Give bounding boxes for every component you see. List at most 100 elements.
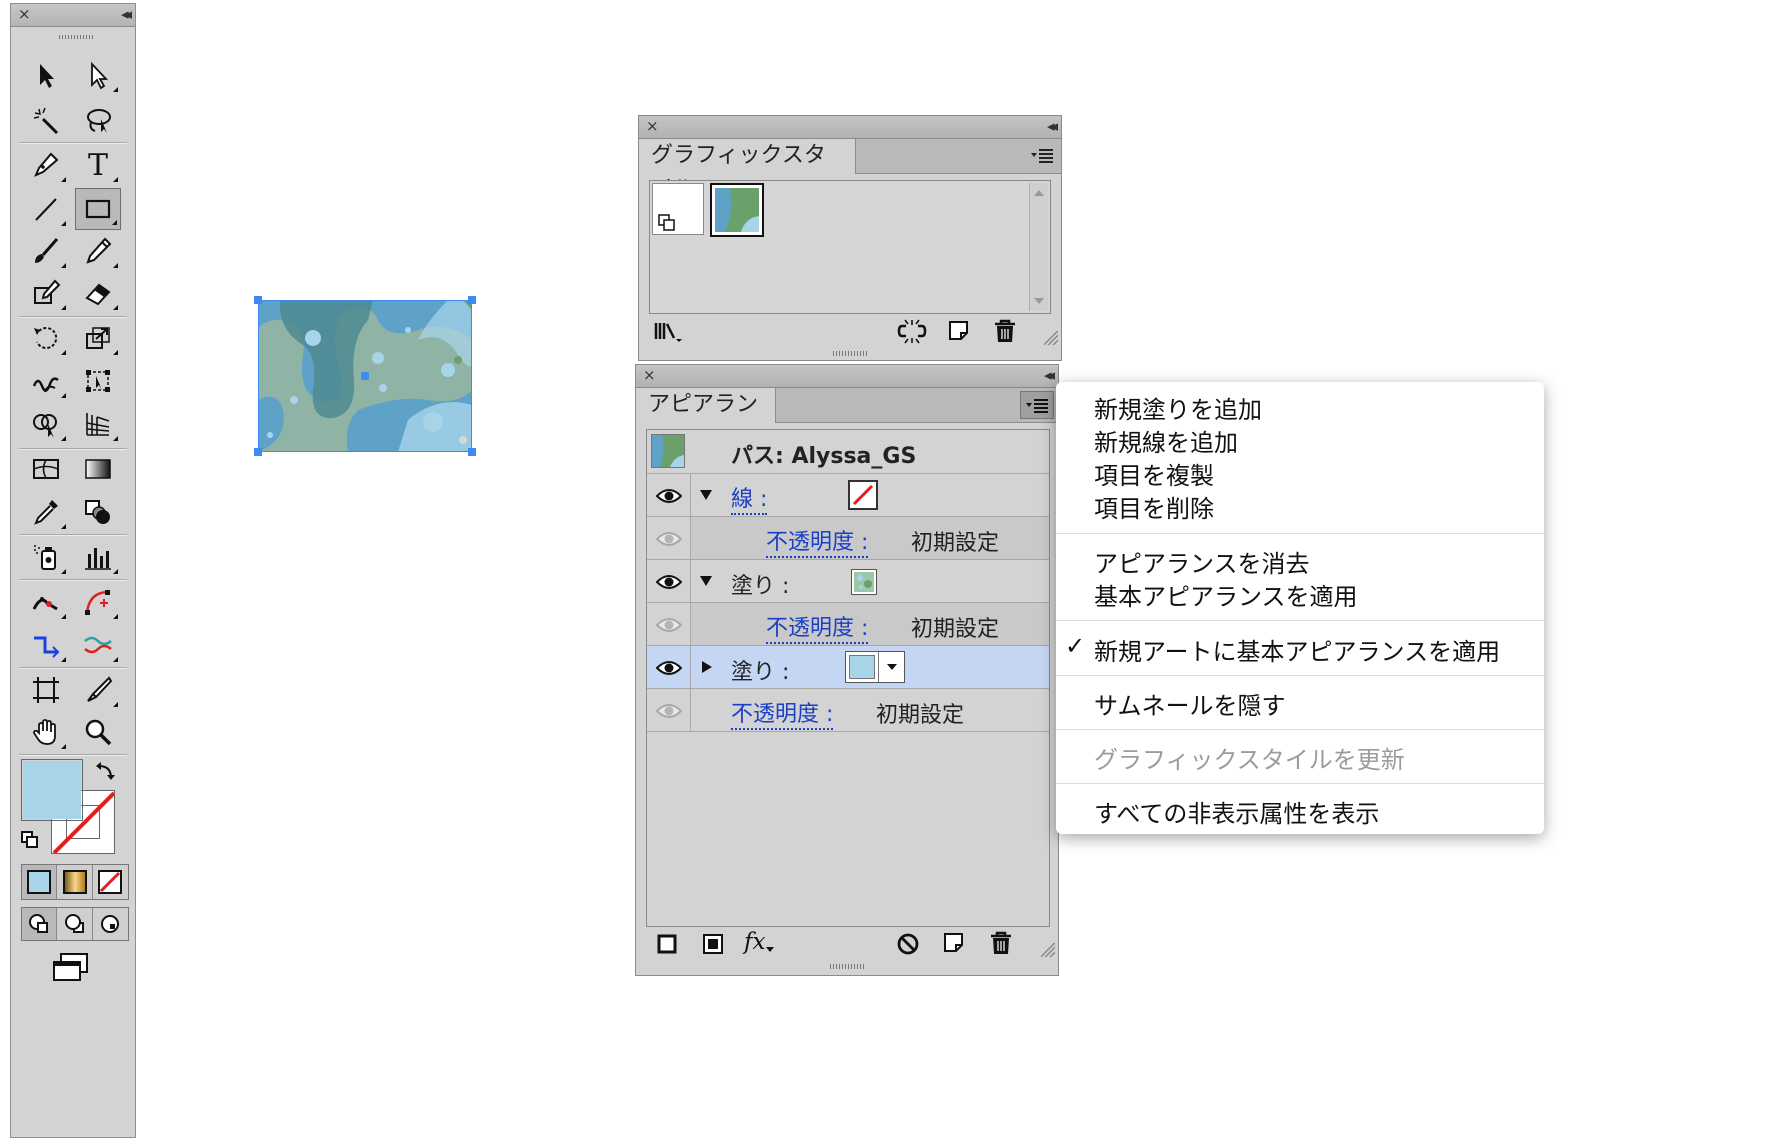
resize-handle[interactable] bbox=[1041, 943, 1055, 957]
magic-wand-tool[interactable] bbox=[23, 99, 69, 141]
close-icon[interactable]: × bbox=[646, 117, 659, 135]
blend-tool[interactable] bbox=[75, 491, 121, 533]
appearance-row-fill-selected[interactable]: 塗り : bbox=[647, 646, 1049, 689]
close-icon[interactable]: × bbox=[18, 5, 31, 23]
shape-builder-tool[interactable] bbox=[23, 403, 69, 445]
column-graph-tool[interactable] bbox=[75, 536, 121, 578]
styles-scrollbar[interactable] bbox=[1029, 183, 1048, 311]
appearance-row-object-opacity[interactable]: 不透明度 : 初期設定 bbox=[647, 689, 1049, 732]
fill-pattern-swatch[interactable] bbox=[851, 569, 877, 595]
draw-normal-button[interactable] bbox=[22, 908, 58, 940]
opacity-label[interactable]: 不透明度 : bbox=[766, 610, 869, 644]
graphic-style-libraries-icon[interactable] bbox=[653, 320, 689, 344]
hand-tool[interactable] bbox=[23, 711, 69, 753]
add-new-stroke-icon[interactable] bbox=[656, 933, 678, 955]
screen-mode-icon[interactable] bbox=[51, 952, 91, 986]
tab-graphic-styles[interactable]: グラフィックスタイル bbox=[639, 139, 856, 202]
appearance-row-fill-opacity[interactable]: 不透明度 : 初期設定 bbox=[647, 603, 1049, 646]
fill-color-dropdown[interactable] bbox=[845, 651, 905, 683]
type-tool[interactable]: T bbox=[75, 144, 121, 186]
appearance-row-stroke-opacity[interactable]: 不透明度 : 初期設定 bbox=[647, 517, 1049, 560]
menu-item-duplicate-item[interactable]: 項目を複製 bbox=[1094, 456, 1214, 491]
delete-graphic-style-icon[interactable] bbox=[993, 318, 1017, 344]
pencil-tool[interactable] bbox=[75, 230, 121, 272]
default-fill-stroke-icon[interactable] bbox=[20, 830, 40, 850]
selected-artwork[interactable] bbox=[254, 296, 476, 456]
selection-handle[interactable] bbox=[254, 448, 262, 456]
menu-item-add-new-fill[interactable]: 新規塗りを追加 bbox=[1094, 390, 1262, 425]
symbol-sprayer-tool[interactable] bbox=[23, 536, 69, 578]
disclosure-expanded-icon[interactable] bbox=[699, 575, 713, 587]
collapse-icon[interactable]: ◂◂ bbox=[1044, 366, 1055, 384]
collapse-icon[interactable]: ◂◂ bbox=[1047, 117, 1058, 135]
line-segment-tool[interactable] bbox=[23, 188, 69, 230]
disclosure-collapsed-icon[interactable] bbox=[701, 660, 713, 674]
menu-item-reduce-to-basic-appearance[interactable]: 基本アピアランスを適用 bbox=[1094, 577, 1358, 612]
curvature-tool[interactable] bbox=[75, 581, 121, 623]
join-tool[interactable] bbox=[23, 624, 69, 666]
clear-appearance-icon[interactable] bbox=[896, 932, 920, 956]
delete-item-icon[interactable] bbox=[989, 930, 1013, 956]
mesh-tool[interactable] bbox=[23, 448, 69, 490]
panel-bottom-grip[interactable] bbox=[833, 351, 869, 356]
stroke-swatch[interactable] bbox=[848, 480, 878, 510]
width-tool[interactable] bbox=[75, 624, 121, 666]
close-icon[interactable]: × bbox=[643, 366, 656, 384]
draw-behind-button[interactable] bbox=[57, 908, 93, 940]
puppet-warp-tool[interactable] bbox=[23, 581, 69, 623]
disclosure-expanded-icon[interactable] bbox=[699, 489, 713, 501]
alyssa-gs-style-swatch[interactable] bbox=[710, 183, 764, 237]
selection-handle[interactable] bbox=[468, 296, 476, 304]
panel-bottom-grip[interactable] bbox=[830, 964, 866, 969]
menu-item-hide-thumbnail[interactable]: サムネールを隠す bbox=[1094, 686, 1286, 721]
direct-selection-tool[interactable] bbox=[75, 54, 121, 96]
selection-tool[interactable] bbox=[23, 54, 69, 96]
menu-item-add-new-stroke[interactable]: 新規線を追加 bbox=[1094, 423, 1238, 458]
appearance-row-fill[interactable]: 塗り : bbox=[647, 560, 1049, 603]
panel-menu-icon[interactable] bbox=[1027, 145, 1057, 167]
color-button[interactable] bbox=[22, 865, 58, 899]
appearance-row-stroke[interactable]: 線 : bbox=[647, 474, 1049, 517]
visibility-toggle[interactable] bbox=[647, 646, 691, 689]
perspective-grid-tool[interactable] bbox=[75, 403, 121, 445]
scale-tool[interactable] bbox=[75, 317, 121, 359]
duplicate-item-icon[interactable] bbox=[942, 931, 966, 955]
pen-tool[interactable] bbox=[23, 144, 69, 186]
shaper-tool[interactable] bbox=[23, 272, 69, 314]
visibility-toggle[interactable] bbox=[647, 603, 691, 646]
resize-handle[interactable] bbox=[1044, 331, 1058, 345]
visibility-toggle[interactable] bbox=[647, 517, 691, 560]
menu-item-clear-appearance[interactable]: アピアランスを消去 bbox=[1094, 544, 1310, 579]
free-transform-tool[interactable] bbox=[75, 360, 121, 402]
eyedropper-tool[interactable] bbox=[23, 491, 69, 533]
scroll-down-icon[interactable] bbox=[1033, 297, 1045, 305]
fill-swatch[interactable] bbox=[21, 759, 83, 821]
warp-tool[interactable] bbox=[23, 360, 69, 402]
gradient-button[interactable] bbox=[57, 865, 93, 899]
rectangle-tool[interactable] bbox=[75, 188, 121, 230]
visibility-toggle[interactable] bbox=[647, 474, 691, 517]
zoom-tool[interactable] bbox=[75, 711, 121, 753]
panel-menu-button[interactable] bbox=[1020, 391, 1054, 419]
artboard-tool[interactable] bbox=[23, 669, 69, 711]
default-graphic-style-swatch[interactable] bbox=[652, 183, 704, 235]
tab-appearance[interactable]: アピアランス bbox=[636, 388, 776, 451]
add-new-effect-button[interactable]: fx bbox=[744, 929, 765, 955]
opacity-label[interactable]: 不透明度 : bbox=[766, 524, 869, 558]
selection-handle[interactable] bbox=[254, 296, 262, 304]
visibility-toggle[interactable] bbox=[647, 689, 691, 732]
new-graphic-style-icon[interactable] bbox=[947, 319, 971, 343]
opacity-label[interactable]: 不透明度 : bbox=[731, 696, 834, 730]
draw-inside-button[interactable] bbox=[93, 908, 128, 940]
menu-item-remove-item[interactable]: 項目を削除 bbox=[1094, 489, 1214, 524]
rotate-tool[interactable] bbox=[23, 317, 69, 359]
none-button[interactable] bbox=[93, 865, 128, 899]
lasso-tool[interactable] bbox=[75, 99, 121, 141]
eraser-tool[interactable] bbox=[75, 272, 121, 314]
add-new-fill-icon[interactable] bbox=[702, 933, 724, 955]
selection-handle[interactable] bbox=[468, 448, 476, 456]
menu-item-new-art-has-basic-appearance[interactable]: 新規アートに基本アピアランスを適用 bbox=[1094, 632, 1500, 667]
paintbrush-tool[interactable] bbox=[23, 230, 69, 272]
gradient-tool[interactable] bbox=[75, 448, 121, 490]
slice-tool[interactable] bbox=[75, 669, 121, 711]
